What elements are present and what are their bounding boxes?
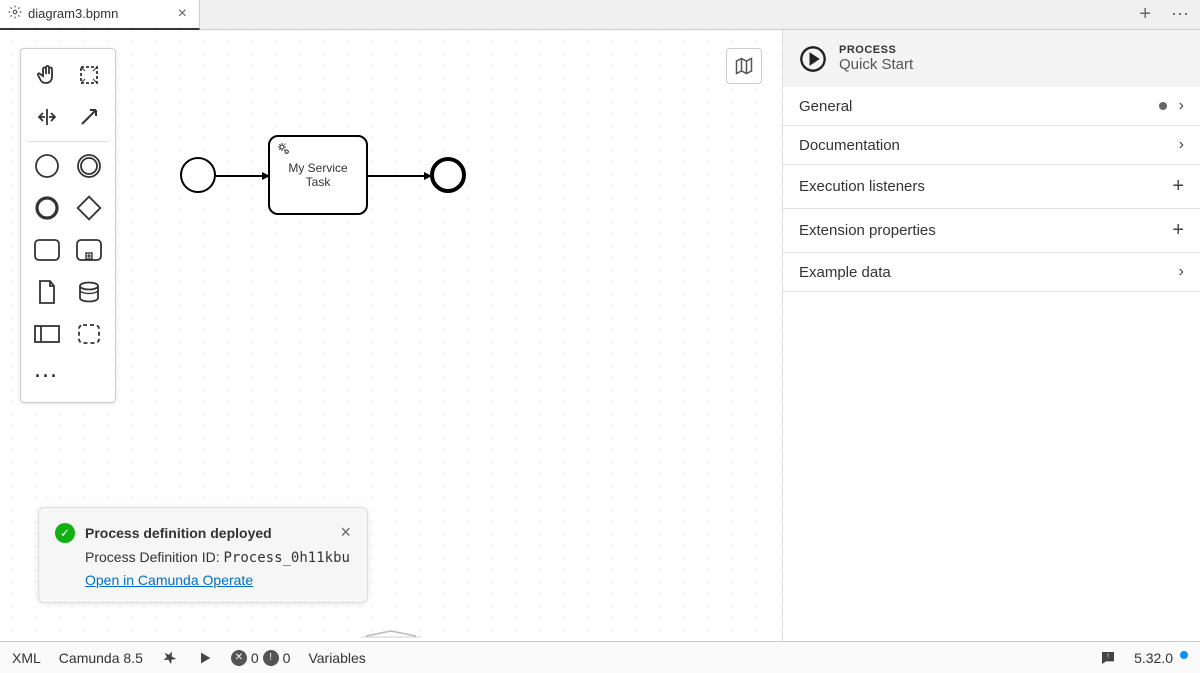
start-instance-button[interactable] [197, 650, 213, 666]
error-icon: ✕ [231, 650, 247, 666]
minimap-toggle[interactable] [726, 48, 762, 84]
task-tool[interactable] [27, 230, 67, 270]
update-dot-icon [1180, 651, 1188, 659]
data-store-tool[interactable] [69, 272, 109, 312]
data-object-tool[interactable] [27, 272, 67, 312]
section-extension-properties[interactable]: Extension properties + [783, 209, 1200, 253]
process-icon [799, 45, 827, 73]
bpmn-file-icon [8, 5, 22, 22]
properties-header: PROCESS Quick Start [783, 30, 1200, 87]
group-tool[interactable] [69, 314, 109, 354]
chevron-right-icon: › [1179, 97, 1184, 115]
space-tool[interactable] [27, 97, 67, 137]
error-count: 0 [251, 650, 259, 666]
more-tools[interactable]: ··· [27, 356, 67, 396]
chevron-right-icon: › [1179, 136, 1184, 154]
tab-menu-button[interactable]: ⋯ [1161, 4, 1200, 25]
toast-body: Process Definition ID: Process_0h11kbu [85, 549, 351, 566]
process-definition-id: Process_0h11kbu [224, 550, 350, 566]
svg-text:!: ! [1107, 653, 1109, 660]
tab-bar: diagram3.bpmn × + ⋯ [0, 0, 1200, 30]
sequence-flow-1[interactable] [216, 172, 270, 180]
section-label: Extension properties [799, 222, 936, 239]
feedback-button[interactable]: ! [1100, 650, 1116, 666]
xml-view-button[interactable]: XML [12, 650, 41, 666]
section-label: Execution listeners [799, 178, 925, 195]
subprocess-tool[interactable] [69, 230, 109, 270]
tab-filename: diagram3.bpmn [28, 6, 168, 21]
service-task-icon [276, 141, 292, 160]
file-tab[interactable]: diagram3.bpmn × [0, 0, 200, 30]
toast-body-label: Process Definition ID: [85, 549, 224, 565]
sequence-flow-2[interactable] [368, 172, 432, 180]
end-event[interactable] [430, 157, 466, 193]
success-icon: ✓ [55, 523, 75, 543]
pool-tool[interactable] [27, 314, 67, 354]
deploy-notification: ✓ Process definition deployed × Process … [38, 507, 368, 603]
properties-panel: PROCESS Quick Start General › Documentat… [782, 30, 1200, 641]
warning-count: 0 [283, 650, 291, 666]
section-label: General [799, 98, 852, 115]
intermediate-event-tool[interactable] [69, 146, 109, 186]
new-tab-button[interactable]: + [1129, 3, 1161, 26]
section-documentation[interactable]: Documentation › [783, 126, 1200, 165]
gateway-tool[interactable] [69, 188, 109, 228]
section-label: Example data [799, 264, 891, 281]
panel-collapse-handle[interactable] [361, 625, 421, 635]
section-indicator-dot [1159, 102, 1167, 110]
open-operate-link[interactable]: Open in Camunda Operate [85, 572, 253, 588]
element-type: PROCESS [839, 44, 913, 56]
diagram-canvas[interactable]: ··· My Service Task ✓ Process definition… [0, 30, 782, 641]
deploy-button[interactable] [161, 649, 179, 667]
problems-indicator[interactable]: ✕0 !0 [231, 650, 291, 666]
lasso-tool[interactable] [69, 55, 109, 95]
section-general[interactable]: General › [783, 87, 1200, 126]
start-event[interactable] [180, 157, 216, 193]
task-label: My Service Task [276, 161, 360, 189]
plus-icon[interactable]: + [1172, 219, 1184, 242]
end-event-tool[interactable] [27, 188, 67, 228]
version-text: 5.32.0 [1134, 650, 1173, 666]
version-indicator[interactable]: 5.32.0 [1134, 650, 1188, 666]
section-label: Documentation [799, 137, 900, 154]
warning-icon: ! [263, 650, 279, 666]
connect-tool[interactable] [69, 97, 109, 137]
tool-palette: ··· [20, 48, 116, 403]
engine-profile[interactable]: Camunda 8.5 [59, 650, 143, 666]
toast-title: Process definition deployed [85, 525, 330, 541]
section-example-data[interactable]: Example data › [783, 253, 1200, 292]
start-event-tool[interactable] [27, 146, 67, 186]
plus-icon[interactable]: + [1172, 175, 1184, 198]
status-bar: XML Camunda 8.5 ✕0 !0 Variables ! 5.32.0 [0, 641, 1200, 673]
variables-button[interactable]: Variables [308, 650, 365, 666]
close-tab-icon[interactable]: × [174, 5, 191, 23]
close-toast-button[interactable]: × [340, 522, 351, 543]
chevron-right-icon: › [1179, 263, 1184, 281]
hand-tool[interactable] [27, 55, 67, 95]
section-execution-listeners[interactable]: Execution listeners + [783, 165, 1200, 209]
element-name: Quick Start [839, 56, 913, 73]
service-task[interactable]: My Service Task [268, 135, 368, 215]
